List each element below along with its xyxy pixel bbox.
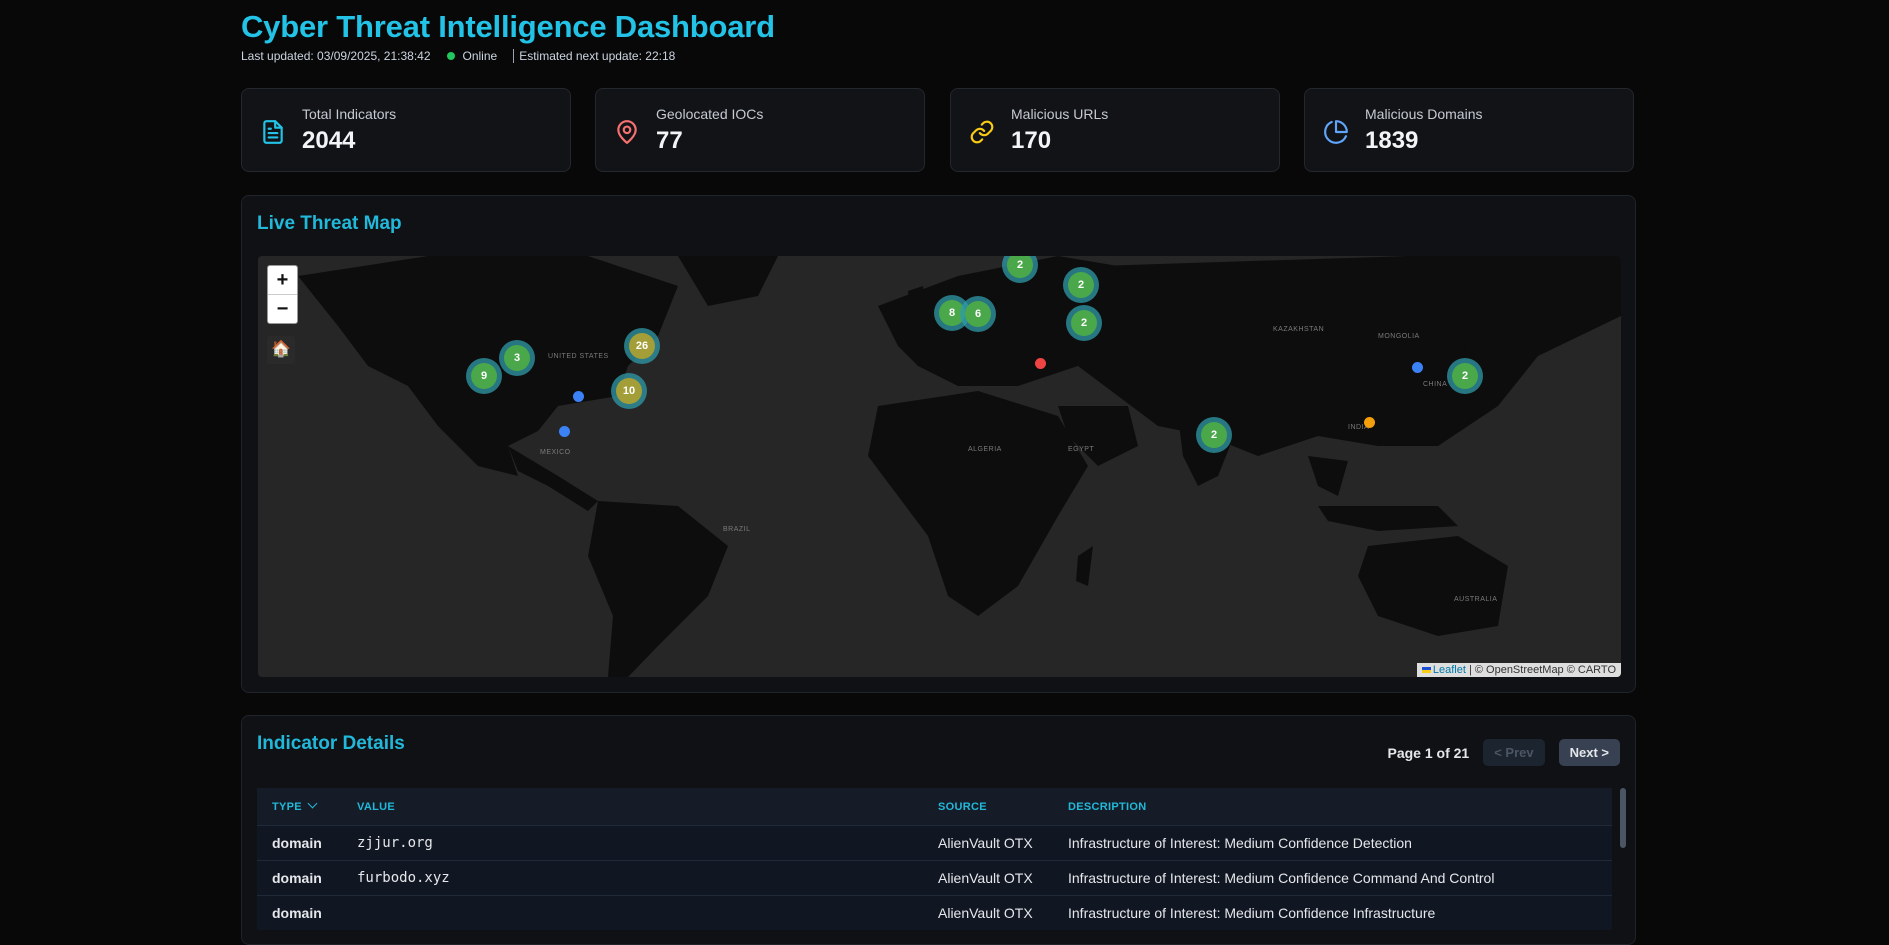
zoom-control: + − xyxy=(267,265,298,324)
stat-label: Geolocated IOCs xyxy=(656,106,764,122)
row-value: furbodo.xyz xyxy=(342,860,923,896)
cluster-count: 9 xyxy=(471,363,497,389)
table-row[interactable]: domain AlienVault OTX Infrastructure of … xyxy=(257,895,1612,930)
threat-cluster[interactable]: 6 xyxy=(960,296,996,332)
stat-label: Malicious URLs xyxy=(1011,106,1109,122)
prev-button[interactable]: < Prev xyxy=(1483,739,1545,766)
page-info: Page 1 of 21 xyxy=(1387,744,1470,761)
cluster-count: 2 xyxy=(1201,422,1227,448)
map-title: Live Threat Map xyxy=(257,213,402,234)
stat-value: 1839 xyxy=(1365,127,1419,154)
page-title: Cyber Threat Intelligence Dashboard xyxy=(241,9,775,44)
cluster-count: 10 xyxy=(616,378,642,404)
threat-cluster[interactable]: 2 xyxy=(1196,417,1232,453)
country-label: BRAZIL xyxy=(723,526,751,533)
globe-pie-icon xyxy=(1324,120,1348,144)
threat-cluster[interactable]: 3 xyxy=(499,340,535,376)
country-label: UNITED STATES xyxy=(548,353,609,360)
cluster-count: 6 xyxy=(965,301,991,327)
online-status: Online xyxy=(462,49,498,63)
threat-map[interactable]: UNITED STATES MEXICO BRAZIL ALGERIA EGYP… xyxy=(258,256,1621,677)
cluster-count: 2 xyxy=(1452,363,1478,389)
map-pin-icon xyxy=(617,120,637,144)
details-title: Indicator Details xyxy=(257,733,405,754)
country-label: AUSTRALIA xyxy=(1454,596,1498,603)
column-header-type[interactable]: TYPE xyxy=(257,788,342,826)
stat-card-geolocated-iocs: Geolocated IOCs 77 xyxy=(595,88,925,172)
country-label: KAZAKHSTAN xyxy=(1273,326,1325,333)
row-source: AlienVault OTX xyxy=(923,895,1053,930)
row-source: AlienVault OTX xyxy=(923,825,1053,861)
home-button[interactable]: 🏠 xyxy=(267,336,295,364)
indicator-details-panel: Indicator Details Page 1 of 21 < Prev Ne… xyxy=(241,715,1636,945)
cluster-count: 26 xyxy=(629,333,655,359)
chevron-down-icon xyxy=(307,798,318,808)
row-value xyxy=(342,895,923,930)
ukraine-flag-icon xyxy=(1421,667,1431,673)
threat-cluster[interactable]: 2 xyxy=(1063,267,1099,303)
attribution-text: | © OpenStreetMap © CARTO xyxy=(1465,664,1616,676)
threat-cluster[interactable]: 2 xyxy=(1447,358,1483,394)
column-header-value[interactable]: VALUE xyxy=(342,788,923,826)
column-header-source[interactable]: SOURCE xyxy=(923,788,1053,826)
column-label: TYPE xyxy=(272,800,302,813)
threat-point[interactable] xyxy=(1412,362,1423,373)
threat-point[interactable] xyxy=(1035,358,1046,369)
country-label: EGYPT xyxy=(1068,446,1095,453)
column-header-description[interactable]: DESCRIPTION xyxy=(1053,788,1612,826)
stat-card-malicious-urls: Malicious URLs 170 xyxy=(950,88,1280,172)
country-label: MEXICO xyxy=(540,449,571,456)
stat-card-malicious-domains: Malicious Domains 1839 xyxy=(1304,88,1634,172)
row-description: Infrastructure of Interest: Medium Confi… xyxy=(1053,895,1612,930)
cluster-count: 2 xyxy=(1007,256,1033,278)
document-icon xyxy=(263,120,283,144)
threat-point[interactable] xyxy=(573,391,584,402)
threat-cluster[interactable]: 26 xyxy=(624,328,660,364)
table-scrollbar[interactable] xyxy=(1620,788,1626,848)
threat-cluster[interactable]: 9 xyxy=(466,358,502,394)
cluster-count: 3 xyxy=(504,345,530,371)
stat-card-total-indicators: Total Indicators 2044 xyxy=(241,88,571,172)
map-attribution: Leaflet | © OpenStreetMap © CARTO xyxy=(1416,663,1621,677)
stat-value: 170 xyxy=(1011,127,1052,154)
pagination: Page 1 of 21 < Prev Next > xyxy=(1387,739,1620,766)
row-value: zjjur.org xyxy=(342,825,923,861)
row-type: domain xyxy=(257,825,342,861)
table-row[interactable]: domain furbodo.xyz AlienVault OTX Infras… xyxy=(257,860,1612,896)
stat-label: Malicious Domains xyxy=(1365,106,1483,122)
status-bar: Last updated: 03/09/2025, 21:38:42 Onlin… xyxy=(241,49,675,63)
country-label: CHINA xyxy=(1423,381,1448,388)
threat-cluster[interactable]: 2 xyxy=(1066,305,1102,341)
zoom-in-button[interactable]: + xyxy=(268,266,297,294)
country-label: ALGERIA xyxy=(968,446,1002,453)
last-updated: Last updated: 03/09/2025, 21:38:42 xyxy=(241,49,431,63)
cluster-count: 2 xyxy=(1071,310,1097,336)
zoom-out-button[interactable]: − xyxy=(268,294,297,323)
threat-cluster[interactable]: 10 xyxy=(611,373,647,409)
leaflet-link[interactable]: Leaflet xyxy=(1433,664,1466,676)
link-icon xyxy=(970,120,994,144)
cluster-count: 2 xyxy=(1068,272,1094,298)
table-row[interactable]: domain zjjur.org AlienVault OTX Infrastr… xyxy=(257,825,1612,861)
row-description: Infrastructure of Interest: Medium Confi… xyxy=(1053,860,1612,896)
country-label: MONGOLIA xyxy=(1378,333,1420,340)
threat-point[interactable] xyxy=(559,426,570,437)
threat-point[interactable] xyxy=(1364,417,1375,428)
row-type: domain xyxy=(257,860,342,896)
stat-label: Total Indicators xyxy=(302,106,397,122)
row-type: domain xyxy=(257,895,342,930)
home-icon: 🏠 xyxy=(271,341,291,358)
next-update: Estimated next update: 22:18 xyxy=(513,49,675,63)
online-indicator-icon xyxy=(446,52,455,60)
next-update-label: Estimated next update: 22:18 xyxy=(519,49,676,63)
next-button[interactable]: Next > xyxy=(1558,739,1620,766)
row-description: Infrastructure of Interest: Medium Confi… xyxy=(1053,825,1612,861)
threat-map-panel: Live Threat Map UNITED STATES MEXICO BRA… xyxy=(241,195,1636,693)
table-header-row: TYPE VALUE SOURCE DESCRIPTION xyxy=(257,788,1612,826)
row-source: AlienVault OTX xyxy=(923,860,1053,896)
stat-value: 2044 xyxy=(302,127,356,154)
stat-value: 77 xyxy=(656,127,683,154)
